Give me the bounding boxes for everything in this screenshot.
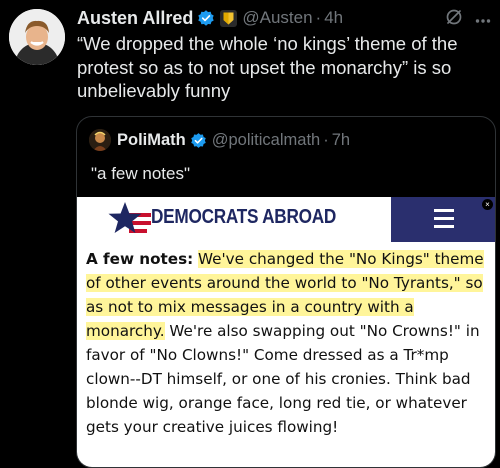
tweet-text: “We dropped the whole ‘no kings’ theme o…: [77, 33, 458, 101]
tweet-timestamp[interactable]: 4h: [324, 8, 343, 28]
grok-icon[interactable]: [445, 8, 463, 31]
tweet[interactable]: Austen Allred @Austen · 4h “We dropped t…: [0, 0, 500, 468]
democrats-abroad-banner: DEMOCRATS ABROAD ×: [77, 197, 495, 242]
verified-badge-icon: [190, 132, 207, 149]
banner-menu-block: ×: [391, 197, 495, 242]
hamburger-menu-icon: [434, 209, 454, 233]
quoted-author-name[interactable]: PoliMath: [117, 131, 186, 150]
tweet-top-actions: [445, 8, 491, 31]
quoted-tweet-image[interactable]: DEMOCRATS ABROAD × A few notes: We've ch…: [77, 197, 495, 467]
more-icon[interactable]: [475, 11, 491, 29]
separator-dot: ·: [323, 130, 329, 149]
quoted-tweet-timestamp[interactable]: 7h: [332, 131, 350, 150]
affiliate-badge-icon[interactable]: [220, 9, 238, 27]
quoted-tweet-text: "a few notes": [91, 164, 191, 183]
notes-lead-label: A few notes:: [86, 250, 194, 268]
verified-badge-icon: [197, 9, 215, 27]
quoted-tweet-header: PoliMath @politicalmath · 7h: [89, 129, 350, 151]
author-handle[interactable]: @Austen: [242, 8, 312, 28]
democrats-abroad-logo-text: DEMOCRATS ABROAD: [151, 206, 337, 228]
tweet-header: Austen Allred @Austen · 4h: [77, 6, 490, 30]
star-logo-icon: [107, 201, 155, 242]
quoted-tweet[interactable]: PoliMath @politicalmath · 7h "a few note…: [76, 116, 496, 468]
separator-dot: ·: [315, 8, 322, 27]
quoted-author-handle[interactable]: @politicalmath: [212, 131, 320, 150]
quoted-author-avatar[interactable]: [89, 129, 111, 151]
author-avatar[interactable]: [9, 9, 65, 65]
image-notes-text: A few notes: We've changed the "No Kings…: [86, 247, 488, 439]
author-name[interactable]: Austen Allred: [77, 8, 193, 29]
close-icon: ×: [482, 199, 493, 210]
